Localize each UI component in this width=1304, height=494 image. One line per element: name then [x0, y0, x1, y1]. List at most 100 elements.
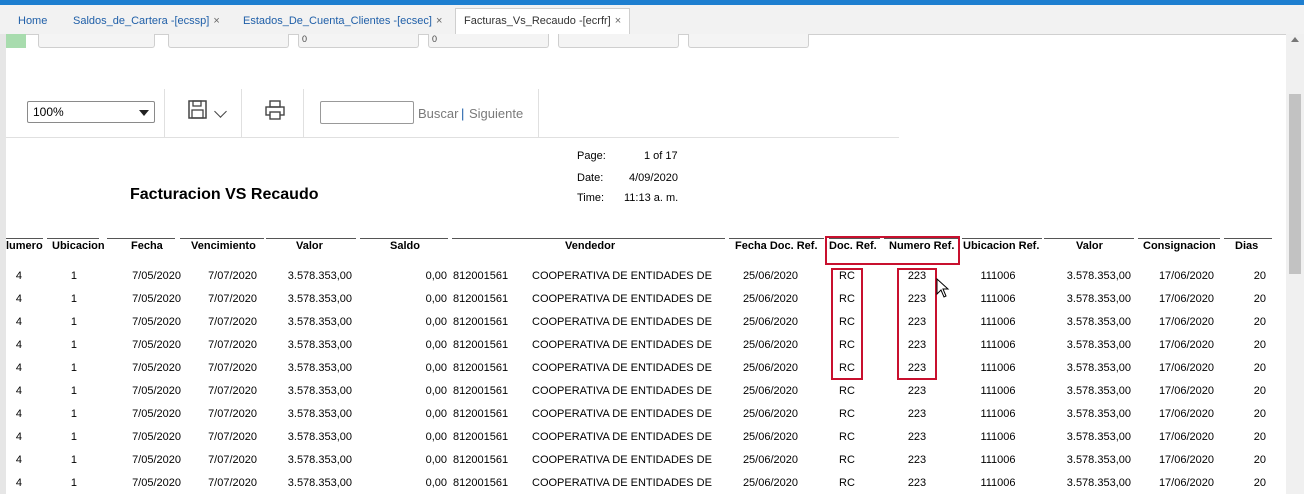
table-cell: 0,00	[425, 477, 447, 489]
table-cell: COOPERATIVA DE ENTIDADES DE	[532, 316, 712, 328]
table-cell: 4	[15, 316, 22, 328]
table-cell: 7/07/2020	[208, 408, 257, 420]
table-cell: 7/07/2020	[208, 454, 257, 466]
parameter-field[interactable]	[168, 34, 289, 48]
table-cell: 0,00	[425, 385, 447, 397]
table-cell: 1	[70, 454, 77, 466]
table-cell: 3.578.353,00	[287, 454, 352, 466]
column-header: Ubicacion	[52, 240, 105, 252]
table-cell: 812001561	[453, 316, 509, 328]
tab-facturas-vs-recaudo[interactable]: Facturas_Vs_Recaudo -[ecrfr] ×	[455, 8, 631, 35]
column-header: Fecha Doc. Ref.	[735, 240, 818, 252]
close-icon[interactable]: ×	[213, 15, 219, 27]
table-cell: COOPERATIVA DE ENTIDADES DE	[532, 293, 712, 305]
zoom-select[interactable]: 100%	[27, 101, 155, 123]
table-cell: 25/06/2020	[742, 316, 798, 328]
table-cell: 3.578.353,00	[1066, 408, 1131, 420]
toolbar-divider	[538, 89, 539, 137]
table-cell: 7/05/2020	[132, 408, 181, 420]
parameter-field[interactable]	[558, 34, 679, 48]
header-rule	[1224, 238, 1272, 239]
scroll-up-icon[interactable]	[1291, 37, 1299, 42]
table-cell: RC	[839, 477, 855, 489]
table-cell: 3.578.353,00	[1066, 362, 1131, 374]
header-rule	[729, 238, 824, 239]
close-icon[interactable]: ×	[615, 15, 621, 27]
table-cell: 1	[70, 293, 77, 305]
parameter-field[interactable]	[688, 34, 809, 48]
column-header: Valor	[296, 240, 323, 252]
table-cell: 0,00	[425, 408, 447, 420]
table-cell: 3.578.353,00	[287, 293, 352, 305]
parameter-field[interactable]: 0	[428, 34, 549, 48]
header-highlight-box	[825, 236, 960, 265]
table-cell: 3.578.353,00	[1066, 339, 1131, 351]
table-cell: 20	[1253, 270, 1266, 282]
header-rule	[6, 238, 43, 239]
table-cell: 812001561	[453, 339, 509, 351]
header-rule	[962, 238, 1042, 239]
table-cell: 7/05/2020	[132, 293, 181, 305]
table-cell: 812001561	[453, 408, 509, 420]
table-cell: 20	[1253, 293, 1266, 305]
table-cell: COOPERATIVA DE ENTIDADES DE	[532, 431, 712, 443]
table-cell: 3.578.353,00	[1066, 385, 1131, 397]
tab-home[interactable]: Home	[10, 8, 55, 35]
table-cell: 7/05/2020	[132, 431, 181, 443]
table-cell: 111006	[980, 477, 1016, 489]
printer-icon[interactable]	[264, 99, 288, 123]
toolbar-divider	[241, 89, 242, 137]
table-cell: 0,00	[425, 270, 447, 282]
table-cell: 3.578.353,00	[287, 477, 352, 489]
table-cell: 812001561	[453, 270, 509, 282]
table-cell: 3.578.353,00	[1066, 270, 1131, 282]
next-link[interactable]: Siguiente	[469, 106, 523, 121]
table-cell: 25/06/2020	[742, 431, 798, 443]
tab-saldos-de-cartera[interactable]: Saldos_de_Cartera -[ecssp] ×	[64, 8, 229, 35]
save-icon[interactable]	[187, 99, 211, 123]
table-cell: 812001561	[453, 385, 509, 397]
find-link[interactable]: Buscar	[418, 106, 458, 121]
table-cell: 20	[1253, 408, 1266, 420]
table-cell: 0,00	[425, 362, 447, 374]
table-cell: 17/06/2020	[1158, 454, 1214, 466]
close-icon[interactable]: ×	[436, 15, 442, 27]
parameter-field[interactable]: 0	[298, 34, 419, 48]
scrollbar-thumb[interactable]	[1289, 94, 1301, 274]
table-cell: 3.578.353,00	[1066, 431, 1131, 443]
table-cell: 111006	[980, 362, 1016, 374]
report-toolbar: 100% Buscar | Siguiente	[6, 89, 899, 138]
table-cell: 7/07/2020	[208, 477, 257, 489]
table-cell: 17/06/2020	[1158, 408, 1214, 420]
toolbar-divider	[164, 89, 165, 137]
table-cell: 223	[907, 454, 927, 466]
table-cell: 0,00	[425, 316, 447, 328]
table-cell: 20	[1253, 362, 1266, 374]
table-cell: 0,00	[425, 293, 447, 305]
parameter-field[interactable]	[38, 34, 155, 48]
table-cell: 7/05/2020	[132, 477, 181, 489]
column-header: Vencimiento	[191, 240, 256, 252]
table-cell: 25/06/2020	[742, 385, 798, 397]
table-cell: 20	[1253, 385, 1266, 397]
table-cell: 1	[70, 362, 77, 374]
table-cell: 25/06/2020	[742, 454, 798, 466]
zoom-value: 100%	[33, 105, 64, 119]
table-cell: 20	[1253, 477, 1266, 489]
doc-ref-highlight-box	[831, 268, 863, 380]
table-cell: 3.578.353,00	[287, 385, 352, 397]
find-input[interactable]	[320, 101, 414, 124]
export-dropdown-icon[interactable]	[214, 105, 227, 118]
table-cell: 25/06/2020	[742, 270, 798, 282]
chevron-down-icon	[139, 110, 149, 116]
numero-ref-highlight-box	[897, 268, 937, 380]
table-cell: 25/06/2020	[742, 339, 798, 351]
column-header: Ubicacion Ref.	[963, 240, 1040, 252]
tab-estados-de-cuenta[interactable]: Estados_De_Cuenta_Clientes -[ecsec] ×	[234, 8, 451, 35]
table-cell: 7/05/2020	[132, 454, 181, 466]
table-cell: 0,00	[425, 454, 447, 466]
table-cell: 223	[907, 431, 927, 443]
column-header: Fecha	[131, 240, 163, 252]
vertical-scrollbar[interactable]	[1286, 34, 1304, 494]
table-cell: 3.578.353,00	[287, 339, 352, 351]
